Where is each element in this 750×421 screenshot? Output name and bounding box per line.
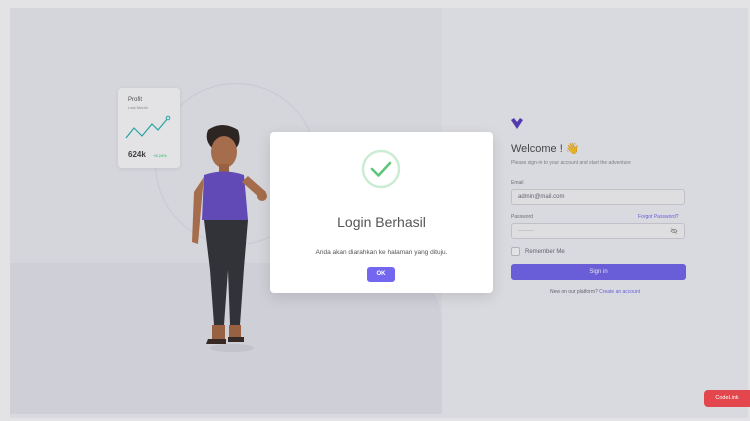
check-circle-icon	[361, 149, 401, 189]
ok-button[interactable]: OK	[367, 267, 395, 282]
codelink-badge[interactable]: CodeLink	[704, 390, 750, 407]
success-modal: Login Berhasil Anda akan diarahkan ke ha…	[270, 132, 493, 293]
modal-title: Login Berhasil	[337, 214, 426, 230]
modal-message: Anda akan diarahkan ke halaman yang ditu…	[315, 249, 448, 256]
